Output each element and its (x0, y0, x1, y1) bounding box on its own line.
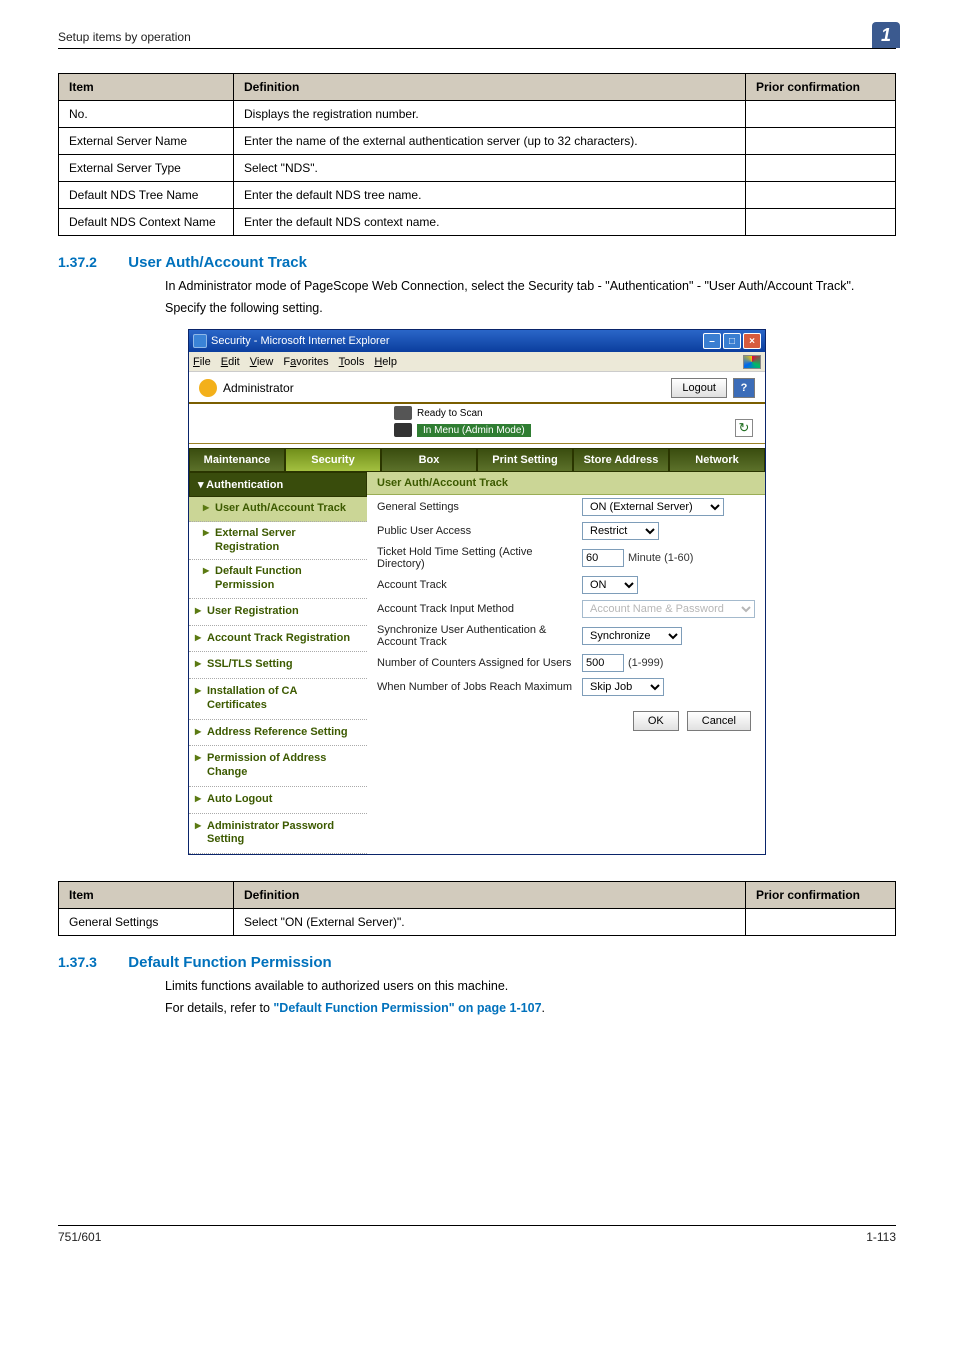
sidebar-item-admin-password[interactable]: Administrator Password Setting (189, 814, 367, 855)
main-panel: User Auth/Account Track General Settings… (367, 472, 765, 854)
sidebar-item-user-auth[interactable]: User Auth/Account Track (189, 497, 367, 522)
footer-model: 751/601 (58, 1230, 101, 1244)
th-item: Item (59, 74, 234, 101)
status-ready: Ready to Scan (417, 408, 483, 419)
section-title: User Auth/Account Track (128, 254, 307, 271)
label-account-track-input: Account Track Input Method (377, 603, 582, 615)
administrator-icon (199, 379, 217, 397)
scanner-icon (394, 406, 412, 420)
cancel-button[interactable]: Cancel (687, 711, 751, 731)
page-footer: 751/601 1-113 (58, 1225, 896, 1244)
titlebar: Security - Microsoft Internet Explorer –… (189, 330, 765, 352)
label-ticket-hold-time: Ticket Hold Time Setting (Active Directo… (377, 546, 582, 570)
menubar: File Edit View Favorites Tools Help (189, 352, 765, 372)
section-paragraph: Limits functions available to authorized… (165, 979, 896, 993)
section-paragraph: For details, refer to "Default Function … (165, 1001, 896, 1015)
label-public-user-access: Public User Access (377, 525, 582, 537)
breadcrumb: Setup items by operation (58, 30, 191, 44)
sidebar-item-external-server[interactable]: External Server Registration (189, 522, 367, 561)
tab-network[interactable]: Network (669, 448, 765, 472)
sidebar-item-default-function[interactable]: Default Function Permission (189, 560, 367, 599)
tab-store-address[interactable]: Store Address (573, 448, 669, 472)
chapter-tab: 1 (872, 22, 900, 48)
logout-button[interactable]: Logout (671, 378, 727, 398)
menu-view[interactable]: View (250, 356, 274, 368)
tab-print-setting[interactable]: Print Setting (477, 448, 573, 472)
table-row: No. Displays the registration number. (59, 101, 896, 128)
table-row: External Server Name Enter the name of t… (59, 128, 896, 155)
definition-table-2: Item Definition Prior confirmation Gener… (58, 881, 896, 936)
section-paragraph: In Administrator mode of PageScope Web C… (165, 279, 896, 293)
select-public-user-access[interactable]: Restrict (582, 522, 659, 540)
tab-box[interactable]: Box (381, 448, 477, 472)
footer-page: 1-113 (866, 1230, 896, 1244)
th-definition: Definition (234, 882, 746, 909)
help-button[interactable]: ? (733, 378, 755, 398)
ie-icon (193, 334, 207, 348)
browser-window: Security - Microsoft Internet Explorer –… (188, 329, 766, 855)
sidebar-item-user-registration[interactable]: User Registration (189, 599, 367, 626)
input-ticket-hold-time[interactable] (582, 549, 624, 567)
tab-maintenance[interactable]: Maintenance (189, 448, 285, 472)
th-item: Item (59, 882, 234, 909)
menu-help[interactable]: Help (374, 356, 397, 368)
tab-bar: Maintenance Security Box Print Setting S… (189, 444, 765, 472)
table-row: External Server Type Select "NDS". (59, 155, 896, 182)
cross-reference-link[interactable]: "Default Function Permission" on page 1-… (273, 1001, 541, 1015)
top-toolbar: Administrator Logout ? (189, 372, 765, 404)
select-sync-auth[interactable]: Synchronize (582, 627, 682, 645)
table-row: Default NDS Context Name Enter the defau… (59, 209, 896, 236)
menu-tools[interactable]: Tools (339, 356, 365, 368)
sidebar: ▾ Authentication User Auth/Account Track… (189, 472, 367, 854)
th-prior: Prior confirmation (746, 74, 896, 101)
sidebar-item-auto-logout[interactable]: Auto Logout (189, 787, 367, 814)
menu-edit[interactable]: Edit (221, 356, 240, 368)
mode-icon (394, 423, 412, 437)
section-heading: 1.37.2 User Auth/Account Track (58, 254, 896, 271)
ie-flag-icon (743, 355, 761, 369)
label-general-settings: General Settings (377, 501, 582, 513)
definition-table-1: Item Definition Prior confirmation No. D… (58, 73, 896, 236)
status-bar: Ready to Scan In Menu (Admin Mode) ↻ (189, 404, 765, 444)
input-num-counters[interactable] (582, 654, 624, 672)
label-num-counters: Number of Counters Assigned for Users (377, 657, 582, 669)
label-account-track: Account Track (377, 579, 582, 591)
select-account-track[interactable]: ON (582, 576, 638, 594)
select-max-jobs[interactable]: Skip Job (582, 678, 664, 696)
window-title: Security - Microsoft Internet Explorer (211, 335, 703, 347)
select-account-track-input: Account Name & Password (582, 600, 755, 618)
panel-header: User Auth/Account Track (367, 472, 765, 495)
select-general-settings[interactable]: ON (External Server) (582, 498, 724, 516)
administrator-label: Administrator (223, 381, 294, 395)
close-button[interactable]: × (743, 333, 761, 349)
label-sync-auth: Synchronize User Authentication & Accoun… (377, 624, 582, 648)
suffix-minute: Minute (1-60) (628, 552, 693, 564)
sidebar-item-perm-address[interactable]: Permission of Address Change (189, 746, 367, 787)
maximize-button[interactable]: □ (723, 333, 741, 349)
section-number: 1.37.2 (58, 254, 97, 270)
sidebar-item-address-ref[interactable]: Address Reference Setting (189, 720, 367, 747)
menu-file[interactable]: File (193, 356, 211, 368)
refresh-icon[interactable]: ↻ (735, 419, 753, 437)
sidebar-item-ca-certs[interactable]: Installation of CA Certificates (189, 679, 367, 720)
th-prior: Prior confirmation (746, 882, 896, 909)
section-title: Default Function Permission (128, 954, 331, 971)
suffix-range: (1-999) (628, 657, 663, 669)
ok-button[interactable]: OK (633, 711, 679, 731)
label-max-jobs: When Number of Jobs Reach Maximum (377, 681, 582, 693)
sidebar-item-ssl-tls[interactable]: SSL/TLS Setting (189, 652, 367, 679)
section-number: 1.37.3 (58, 954, 97, 970)
section-heading: 1.37.3 Default Function Permission (58, 954, 896, 971)
section-paragraph: Specify the following setting. (165, 301, 896, 315)
sidebar-item-account-track-reg[interactable]: Account Track Registration (189, 626, 367, 653)
page-header: Setup items by operation 1 (58, 22, 896, 49)
status-mode: In Menu (Admin Mode) (417, 424, 531, 437)
sidebar-header[interactable]: ▾ Authentication (189, 472, 367, 497)
menu-favorites[interactable]: Favorites (283, 356, 328, 368)
table-row: General Settings Select "ON (External Se… (59, 909, 896, 936)
table-row: Default NDS Tree Name Enter the default … (59, 182, 896, 209)
th-definition: Definition (234, 74, 746, 101)
tab-security[interactable]: Security (285, 448, 381, 472)
minimize-button[interactable]: – (703, 333, 721, 349)
